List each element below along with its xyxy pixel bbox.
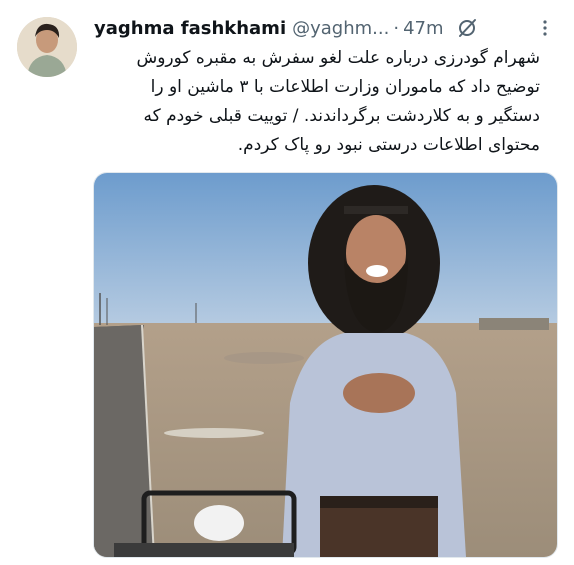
tweet-header: yaghma fashkhami @yaghm... · 47m (94, 14, 556, 42)
more-options-icon[interactable] (534, 17, 556, 39)
separator-dot: · (393, 17, 400, 39)
timestamp[interactable]: 47m (403, 18, 443, 39)
tweet-photo[interactable] (93, 172, 558, 558)
author-display-name[interactable]: yaghma fashkhami (94, 18, 286, 39)
tweet-text: شهرام گودرزی درباره علت لغو سفرش به مقبر… (136, 48, 540, 155)
avatar[interactable] (17, 17, 77, 77)
tweet[interactable]: yaghma fashkhami @yaghm... · 47m شهرام گ… (0, 0, 574, 565)
grok-icon[interactable] (456, 17, 478, 39)
author-handle[interactable]: @yaghm... (292, 18, 389, 39)
avatar-image (17, 17, 77, 77)
